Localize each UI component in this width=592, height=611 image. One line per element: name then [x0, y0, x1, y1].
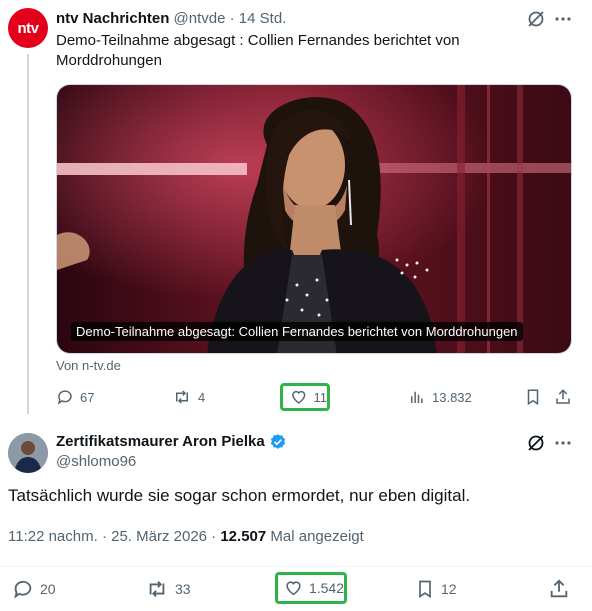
reply-icon [57, 390, 72, 405]
share-button[interactable] [554, 388, 572, 411]
repost-icon [176, 390, 188, 404]
media-caption: Demo-Teilnahme abgesagt: Collien Fernand… [71, 322, 523, 341]
article-source[interactable]: Von n-tv.de [56, 358, 121, 374]
like-count: 1.542 [308, 580, 344, 596]
reply-button[interactable]: 67 [56, 388, 94, 406]
verified-badge-icon [270, 434, 285, 449]
author-handle[interactable]: @ntvde [174, 10, 226, 27]
post-timestamp[interactable]: 11:22 nachm. · 25. März 2026 · [8, 528, 216, 545]
more-icon[interactable] [553, 9, 573, 34]
like-button[interactable]: 11 [280, 383, 330, 411]
bookmark-icon [419, 580, 431, 599]
bookmark-count: 12 [441, 581, 457, 597]
author-name[interactable]: Zertifikatsmaurer Aron Pielka [56, 432, 265, 452]
share-icon [550, 579, 568, 598]
share-button[interactable] [548, 578, 570, 605]
article-photo [57, 85, 571, 353]
tweet1-text: Demo-Teilnahme abgesagt : Collien Fernan… [56, 32, 460, 69]
reply-button[interactable]: 20 [12, 578, 56, 600]
like-count: 11 [313, 389, 328, 405]
views-button[interactable]: 13.832 [408, 388, 472, 406]
repost-count: 4 [198, 389, 206, 405]
avatar-photo [8, 433, 48, 473]
views-count: 12.507 [220, 528, 267, 545]
ntv-avatar[interactable]: ntv [8, 8, 48, 48]
repost-button[interactable]: 33 [145, 578, 191, 600]
post-time[interactable]: 14 Std. [239, 10, 287, 27]
bookmark-icon [527, 389, 539, 406]
views-count: 13.832 [432, 389, 472, 405]
tweet1-header: ntv Nachrichten @ntvde · 14 Std. [56, 9, 286, 29]
reply-count: 20 [40, 581, 56, 597]
reply-count: 67 [80, 389, 95, 405]
tweet-meta: 11:22 nachm. · 25. März 2026 · 12.507 Ma… [8, 527, 364, 547]
separator: · [229, 10, 235, 27]
article-media-card[interactable]: Demo-Teilnahme abgesagt: Collien Fernand… [56, 84, 572, 354]
author-name[interactable]: ntv Nachrichten [56, 10, 169, 27]
views-label: Mal angezeigt [270, 528, 364, 545]
repost-button[interactable]: 4 [172, 388, 205, 406]
repost-icon [149, 581, 165, 597]
like-icon [286, 581, 301, 596]
like-icon [292, 390, 306, 404]
author-handle[interactable]: @shlomo96 [56, 452, 136, 472]
divider [0, 566, 592, 567]
repost-count: 33 [175, 581, 191, 597]
more-icon[interactable] [553, 433, 573, 458]
like-button[interactable]: 1.542 [275, 572, 347, 604]
avatar-logo-text: ntv [17, 19, 40, 37]
tweet2-text: Tatsächlich wurde sie sogar schon ermord… [8, 486, 471, 505]
bookmark-button[interactable]: 12 [415, 578, 457, 600]
grok-icon[interactable] [526, 433, 546, 458]
views-icon [411, 391, 423, 403]
user-avatar[interactable] [8, 433, 48, 473]
share-icon [556, 389, 570, 404]
reply-icon [14, 580, 32, 599]
tweet2-header: Zertifikatsmaurer Aron Pielka [56, 432, 287, 452]
thread-line [27, 54, 29, 414]
bookmark-button[interactable] [524, 388, 542, 411]
